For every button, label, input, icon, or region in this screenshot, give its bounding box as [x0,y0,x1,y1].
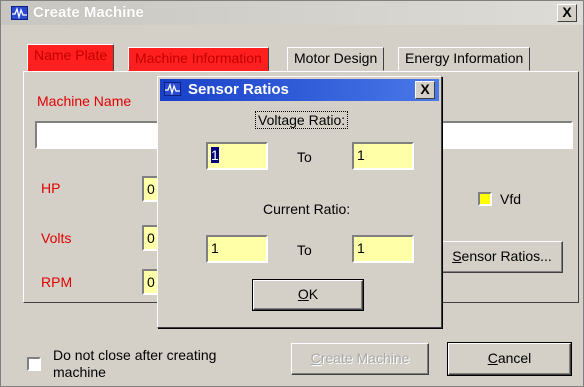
voltage-from-input[interactable]: 1 [206,142,268,170]
sensor-ratios-accel: S [452,248,462,264]
create-machine-button[interactable]: Create Machine [291,343,429,375]
current-to-input[interactable]: 1 [352,235,414,263]
create-machine-rest: reate Machine [320,350,410,366]
sensor-ratios-title: Sensor Ratios [188,81,289,98]
tab-energy-information[interactable]: Energy Information [398,47,531,71]
current-from-input[interactable]: 1 [206,235,268,263]
current-ratio-label: Current Ratio: [263,201,351,217]
vfd-checkbox[interactable] [478,192,492,206]
do-not-close-checkbox[interactable] [27,357,41,371]
cancel-rest: ancel [497,350,532,366]
sensor-ratios-dialog: Sensor Ratios X Voltage Ratio: 1 To 1 Cu… [157,76,442,328]
sensor-ratios-rest: ensor Ratios... [461,248,552,264]
rpm-label: RPM [41,274,73,290]
voltage-to-input[interactable]: 1 [352,142,414,170]
waveform-icon [11,6,28,20]
tab-name-plate[interactable]: Name Plate [27,44,115,71]
window-title: Create Machine [33,4,144,21]
ok-accel: O [297,286,309,302]
machine-name-label: Machine Name [37,93,132,109]
sensor-ratios-titlebar[interactable]: Sensor Ratios X [160,79,439,101]
tab-machine-information[interactable]: Machine Information [128,47,269,71]
ok-button[interactable]: OK [252,279,364,311]
create-machine-accel: C [310,350,321,366]
voltage-to-label: To [297,149,312,165]
volts-label: Volts [41,230,72,246]
close-button[interactable]: X [557,4,577,22]
voltage-ratio-label: Voltage Ratio: [255,111,349,129]
cancel-accel: C [487,350,498,366]
cancel-button[interactable]: Cancel [447,342,572,376]
sensor-ratios-close-button[interactable]: X [415,81,435,99]
create-machine-titlebar[interactable]: Create Machine X [1,1,583,25]
vfd-label: Vfd [500,191,522,207]
hp-label: HP [41,180,61,196]
do-not-close-label: Do not close after creating machine [53,347,217,380]
sensor-ratios-button[interactable]: Sensor Ratios... [441,241,563,273]
tab-motor-design[interactable]: Motor Design [287,47,385,71]
voltage-from-value: 1 [211,147,219,163]
ok-rest: K [308,286,319,302]
waveform-icon [164,82,181,96]
current-to-label: To [297,242,312,258]
